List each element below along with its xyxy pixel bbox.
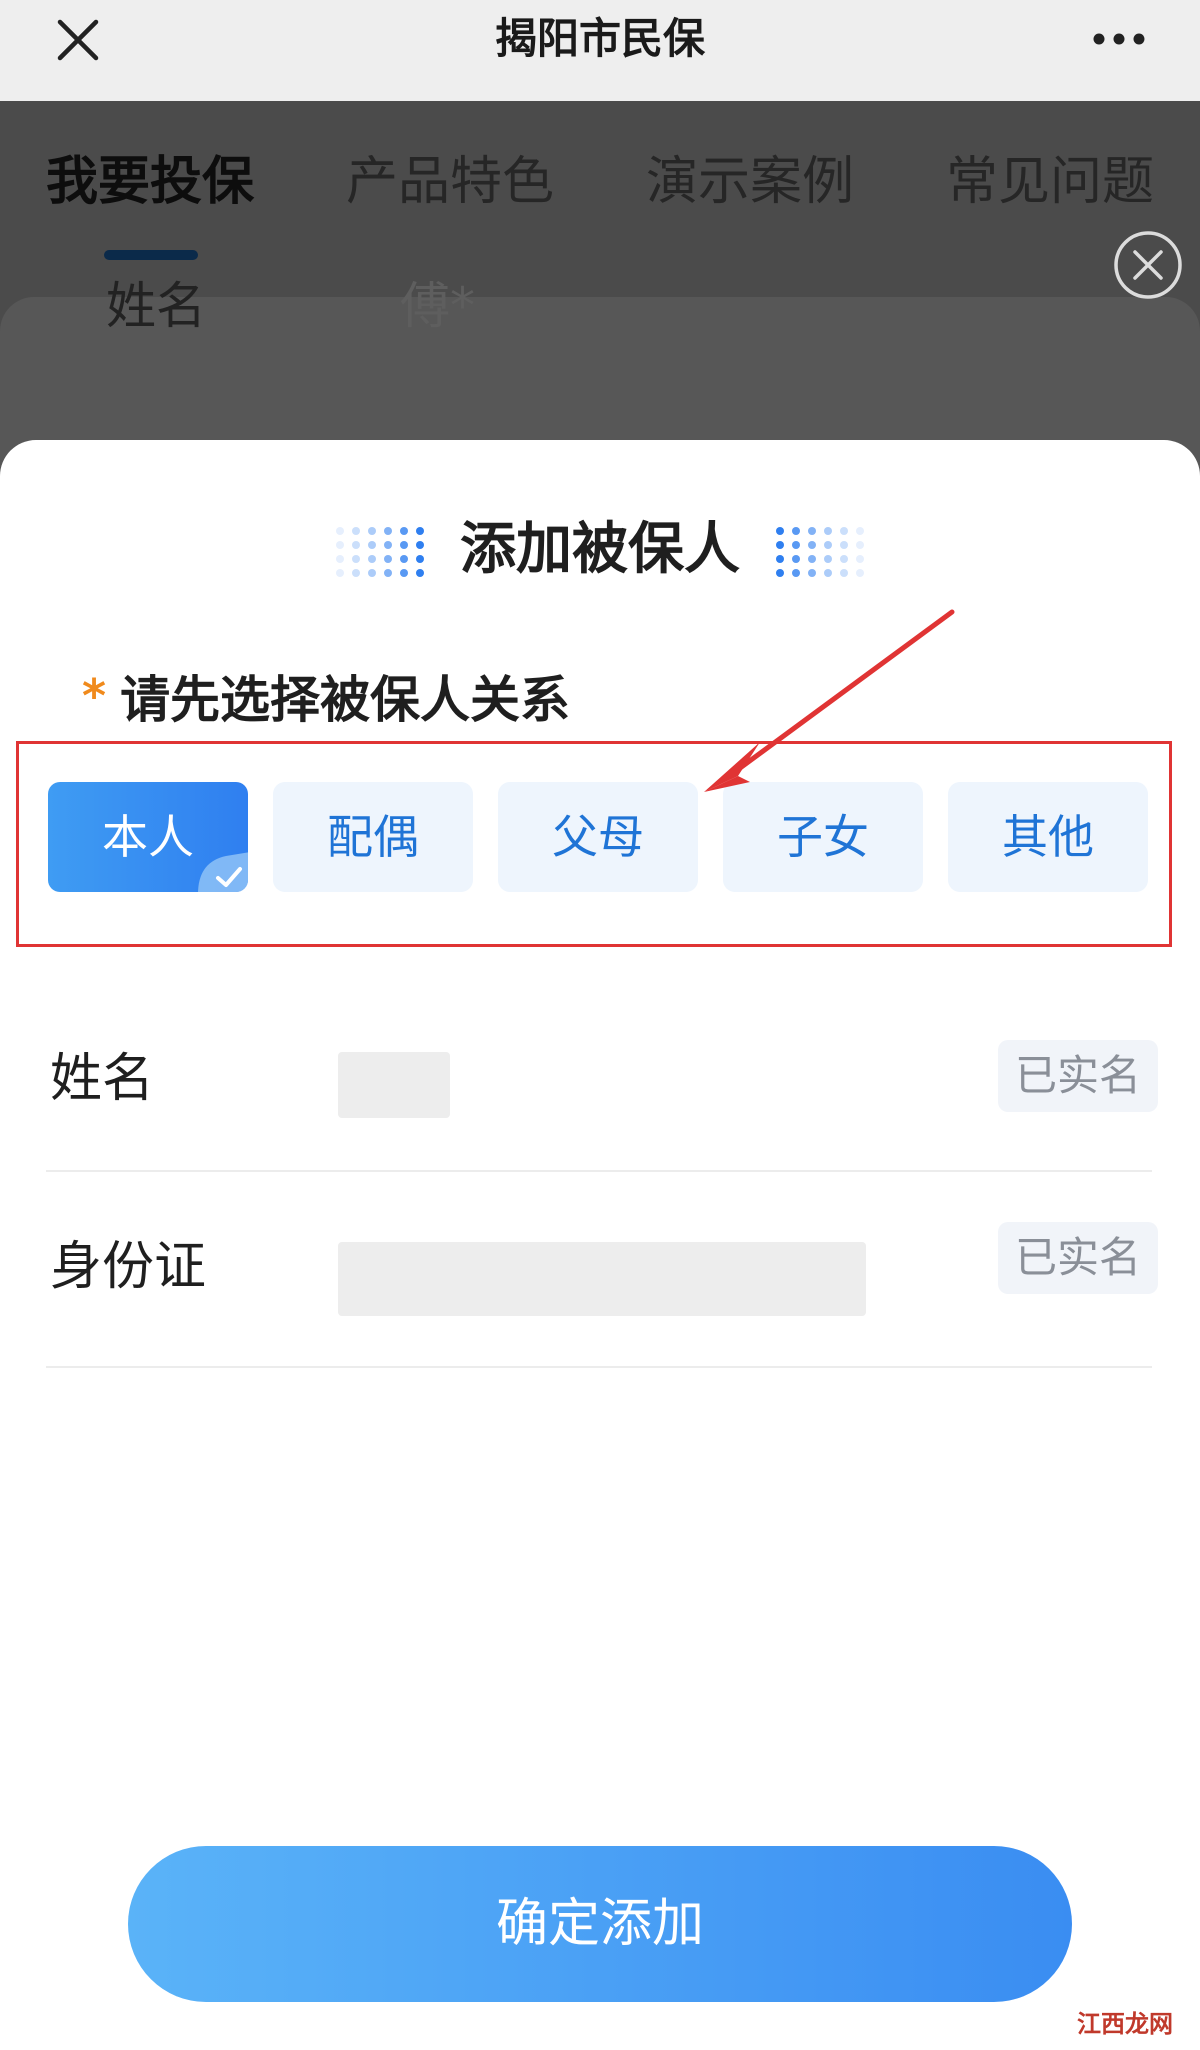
sheet-header: 添加被保人 bbox=[0, 515, 1200, 585]
relation-option-children[interactable]: 子女 bbox=[723, 782, 923, 892]
tab-features[interactable]: 产品特色 bbox=[346, 147, 554, 217]
relation-option-self[interactable]: 本人 bbox=[48, 782, 248, 892]
page-title: 揭阳市民保 bbox=[494, 14, 705, 63]
id-card-value-redacted bbox=[338, 1242, 866, 1316]
background-name-value: 傅* bbox=[400, 277, 475, 335]
background-name-label: 姓名 bbox=[106, 277, 206, 335]
name-verified-badge: 已实名 bbox=[998, 1040, 1158, 1112]
tab-bar: 我要投保 产品特色 演示案例 常见问题 bbox=[0, 101, 1200, 291]
circle-close-icon[interactable] bbox=[1112, 229, 1184, 301]
relation-option-parents[interactable]: 父母 bbox=[498, 782, 698, 892]
name-label: 姓名 bbox=[50, 1049, 155, 1109]
more-horizontal-icon[interactable] bbox=[1092, 32, 1146, 46]
tab-insure[interactable]: 我要投保 bbox=[46, 147, 254, 217]
tab-faq[interactable]: 常见问题 bbox=[946, 147, 1154, 217]
relation-option-other[interactable]: 其他 bbox=[948, 782, 1148, 892]
name-value-redacted bbox=[338, 1052, 450, 1118]
watermark-logo: 江西龙网 bbox=[1060, 2006, 1190, 2040]
required-mark: * bbox=[82, 669, 107, 723]
relation-heading-text: 请先选择被保人关系 bbox=[120, 671, 571, 729]
tab-demo-cases[interactable]: 演示案例 bbox=[646, 147, 854, 217]
relation-heading: * 请先选择被保人关系 bbox=[82, 660, 571, 729]
divider bbox=[46, 1366, 1152, 1368]
annotation-arrow-icon bbox=[704, 609, 955, 792]
top-bar: 揭阳市民保 bbox=[0, 0, 1200, 101]
sheet-title: 添加被保人 bbox=[460, 517, 740, 582]
confirm-add-button[interactable]: 确定添加 bbox=[128, 1846, 1072, 2002]
watermark-text: 江西龙网 bbox=[1077, 2010, 1173, 2038]
check-corner-icon bbox=[198, 852, 248, 892]
decorative-dots-icon bbox=[776, 527, 864, 577]
relation-option-spouse[interactable]: 配偶 bbox=[273, 782, 473, 892]
active-tab-indicator bbox=[104, 250, 198, 260]
id-card-label: 身份证 bbox=[50, 1237, 207, 1297]
id-card-verified-badge: 已实名 bbox=[998, 1222, 1158, 1294]
divider bbox=[46, 1170, 1152, 1172]
relation-option-label: 本人 bbox=[102, 810, 194, 864]
